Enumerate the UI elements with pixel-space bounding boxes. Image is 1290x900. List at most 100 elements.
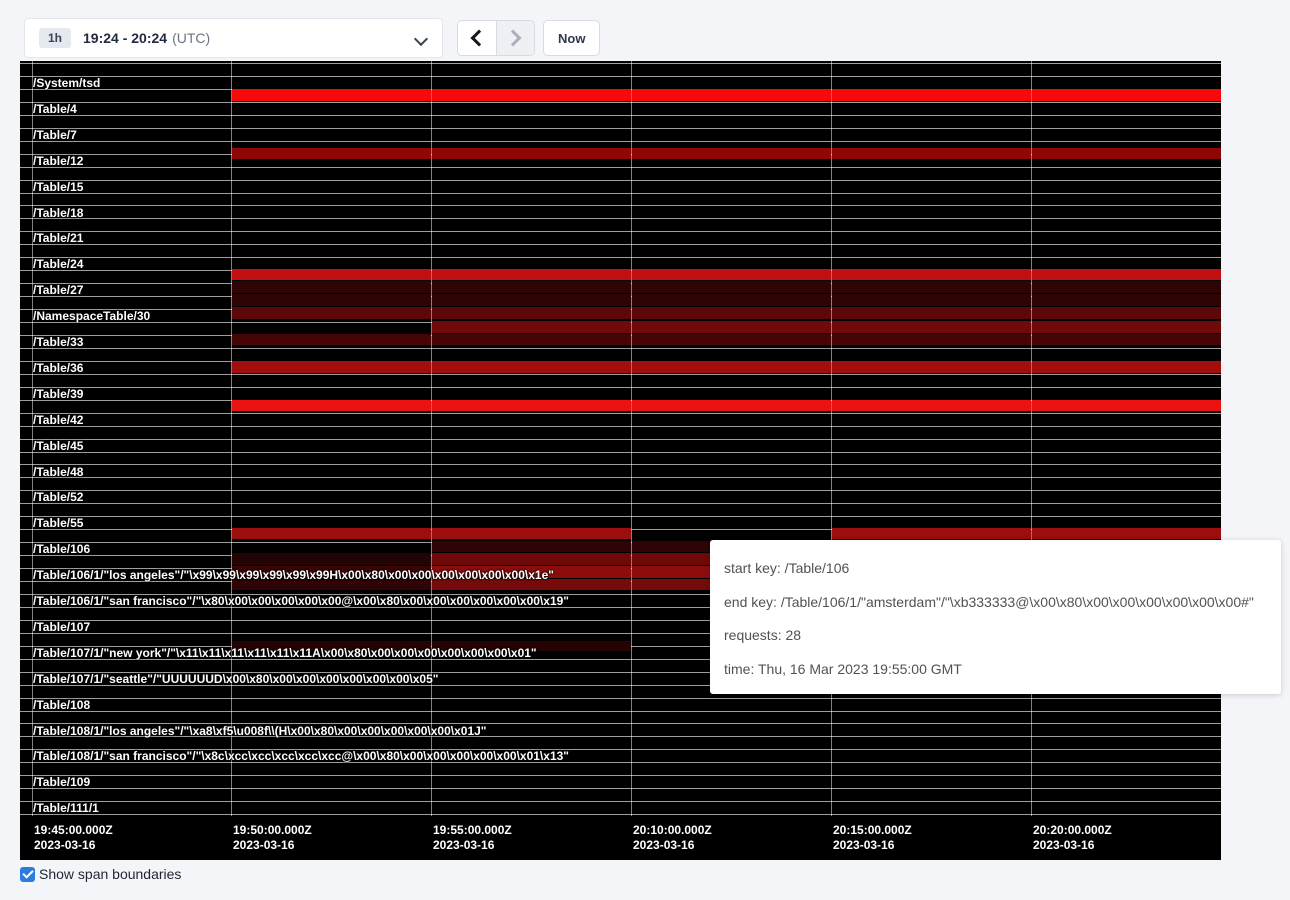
row-key-label: /Table/12 — [33, 155, 83, 168]
heat-band — [432, 321, 631, 333]
heat-band — [1032, 307, 1221, 319]
heat-band — [632, 281, 831, 293]
prev-range-button[interactable] — [458, 21, 496, 55]
row-key-label: /Table/21 — [33, 232, 83, 245]
chevron-down-icon — [414, 32, 428, 46]
heat-band — [832, 400, 1031, 411]
show-span-boundaries-label: Show span boundaries — [39, 866, 181, 882]
heat-band — [1032, 361, 1221, 373]
heat-band — [432, 541, 631, 552]
heatmap-tooltip: start key: /Table/106 end key: /Table/10… — [710, 540, 1281, 694]
heat-band — [432, 281, 631, 293]
row-key-label: /Table/36 — [33, 362, 83, 375]
heat-band — [1032, 269, 1221, 280]
heat-band — [632, 148, 831, 159]
key-visualizer-heatmap[interactable]: /System/tsd/Table/4/Table/7/Table/12/Tab… — [20, 61, 1221, 860]
x-axis-label: 20:15:00.000Z2023-03-16 — [833, 823, 912, 853]
heat-band — [832, 269, 1031, 280]
heat-band — [832, 281, 1031, 293]
span-boundary-line — [20, 193, 1221, 194]
x-axis-label: 20:20:00.000Z2023-03-16 — [1033, 823, 1112, 853]
row-key-label: /Table/108/1/"san francisco"/"\x8c\xcc\x… — [33, 750, 569, 763]
time-gridline — [431, 61, 432, 816]
row-key-label: /Table/106 — [33, 543, 90, 556]
span-boundary-line — [20, 452, 1221, 453]
heat-band — [632, 361, 831, 373]
heat-band — [432, 400, 631, 411]
heat-band — [432, 361, 631, 373]
heat-band — [232, 528, 431, 539]
heat-band — [632, 400, 831, 411]
row-key-label: /Table/111/1 — [33, 802, 99, 815]
heat-band — [432, 528, 631, 539]
row-key-label: /Table/55 — [33, 517, 83, 530]
heat-band — [432, 553, 631, 565]
heat-band — [632, 269, 831, 280]
row-key-label: /Table/18 — [33, 207, 83, 220]
row-key-label: /Table/108 — [33, 699, 90, 712]
span-boundary-line — [20, 244, 1221, 245]
heat-band — [232, 361, 431, 373]
row-key-label: /Table/4 — [33, 103, 77, 116]
span-boundary-line — [20, 503, 1221, 504]
heat-band — [232, 307, 431, 319]
heat-band — [632, 334, 831, 345]
heat-band — [832, 148, 1031, 159]
heat-band — [432, 89, 631, 101]
x-axis-label: 20:10:00.000Z2023-03-16 — [633, 823, 712, 853]
span-boundary-line — [20, 439, 1221, 440]
heat-band — [1032, 281, 1221, 293]
heat-band — [632, 294, 831, 306]
heat-band — [832, 361, 1031, 373]
span-boundary-line — [20, 477, 1221, 478]
time-nav-group — [457, 20, 535, 56]
heat-band — [432, 148, 631, 159]
tooltip-requests: requests: 28 — [724, 619, 1267, 653]
range-duration-chip: 1h — [39, 28, 71, 48]
row-key-label: /Table/106/1/"san francisco"/"\x80\x00\x… — [33, 595, 569, 608]
footer: Show span boundaries — [20, 866, 181, 882]
x-axis-label: 19:45:00.000Z2023-03-16 — [34, 823, 113, 853]
heat-band — [432, 334, 631, 345]
heat-band — [232, 334, 431, 345]
span-boundary-line — [20, 205, 1221, 206]
row-key-label: /Table/42 — [33, 414, 83, 427]
heat-band — [632, 307, 831, 319]
span-boundary-line — [20, 102, 1221, 103]
row-key-label: /Table/33 — [33, 336, 83, 349]
heat-band — [832, 89, 1031, 101]
show-span-boundaries-checkbox[interactable] — [20, 867, 35, 882]
heat-band — [1032, 334, 1221, 345]
span-boundary-line — [20, 426, 1221, 427]
row-key-label: /Table/107/1/"seattle"/"UUUUUUD\x00\x80\… — [33, 673, 438, 686]
tooltip-end-key: end key: /Table/106/1/"amsterdam"/"\xb33… — [724, 586, 1267, 620]
row-key-label: /System/tsd — [33, 77, 100, 90]
time-gridline — [1031, 61, 1032, 816]
row-key-label: /Table/15 — [33, 181, 83, 194]
span-boundary-line — [20, 698, 1221, 699]
span-boundary-line — [20, 801, 1221, 802]
time-range-selector[interactable]: 1h 19:24 - 20:24 (UTC) — [24, 18, 443, 58]
heat-band — [232, 148, 431, 159]
span-boundary-line — [20, 814, 1221, 815]
heat-band — [432, 307, 631, 319]
heat-band — [1032, 148, 1221, 159]
heat-band — [1032, 294, 1221, 306]
span-boundary-line — [20, 63, 1221, 64]
now-button[interactable]: Now — [543, 20, 600, 56]
span-boundary-line — [20, 167, 1221, 168]
span-boundary-line — [20, 464, 1221, 465]
heat-band — [1032, 528, 1221, 539]
span-boundary-line — [20, 387, 1221, 388]
span-boundary-line — [20, 180, 1221, 181]
heat-band — [232, 89, 431, 101]
row-key-label: /Table/108/1/"los angeles"/"\xa8\xf5\u00… — [33, 725, 487, 738]
span-boundary-line — [20, 257, 1221, 258]
row-key-label: /Table/109 — [33, 776, 90, 789]
span-boundary-line — [20, 231, 1221, 232]
span-boundary-line — [20, 348, 1221, 349]
heat-band — [432, 294, 631, 306]
heat-band — [232, 400, 431, 411]
span-boundary-line — [20, 775, 1221, 776]
next-range-button[interactable] — [496, 21, 535, 55]
